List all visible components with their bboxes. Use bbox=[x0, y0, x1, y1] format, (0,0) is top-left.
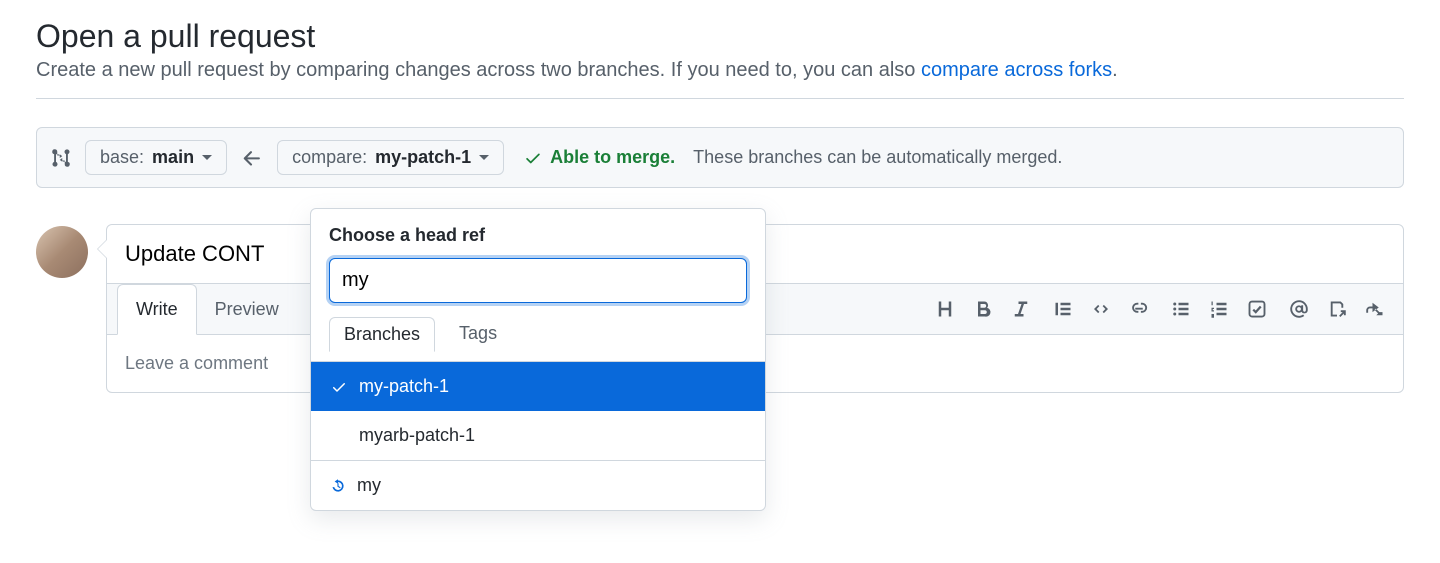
mention-icon[interactable] bbox=[1289, 299, 1309, 319]
quote-icon[interactable] bbox=[1053, 299, 1073, 319]
page-subtitle: Create a new pull request by comparing c… bbox=[36, 59, 1404, 82]
reply-icon[interactable] bbox=[1365, 299, 1385, 319]
subtitle-text: Create a new pull request by comparing c… bbox=[36, 59, 921, 81]
tab-tags[interactable]: Tags bbox=[445, 317, 511, 351]
caret-down-icon bbox=[479, 155, 489, 160]
formatting-toolbar bbox=[935, 299, 1393, 319]
branch-option-label: myarb-patch-1 bbox=[359, 425, 475, 446]
heading-icon[interactable] bbox=[935, 299, 955, 319]
branch-option[interactable]: myarb-patch-1 bbox=[311, 411, 765, 460]
dropdown-title: Choose a head ref bbox=[311, 209, 765, 258]
compare-bar: base: main compare: my-patch-1 Able to m… bbox=[36, 127, 1404, 188]
git-compare-icon bbox=[51, 148, 71, 168]
base-branch-selector[interactable]: base: main bbox=[85, 140, 227, 175]
link-icon[interactable] bbox=[1129, 299, 1149, 319]
tab-branches[interactable]: Branches bbox=[329, 317, 435, 352]
compare-branch-selector[interactable]: compare: my-patch-1 bbox=[277, 140, 504, 175]
divider bbox=[36, 98, 1404, 99]
ordered-list-icon[interactable] bbox=[1209, 299, 1229, 319]
check-icon bbox=[329, 379, 349, 395]
compare-prefix: compare: bbox=[292, 147, 367, 168]
compare-value: my-patch-1 bbox=[375, 147, 471, 168]
bold-icon[interactable] bbox=[973, 299, 993, 319]
arrow-left-icon bbox=[241, 147, 263, 169]
check-icon bbox=[524, 149, 542, 167]
tab-write[interactable]: Write bbox=[117, 284, 197, 335]
base-value: main bbox=[152, 147, 194, 168]
merge-note: These branches can be automatically merg… bbox=[693, 147, 1062, 168]
tab-preview[interactable]: Preview bbox=[197, 285, 297, 334]
code-icon[interactable] bbox=[1091, 299, 1111, 319]
head-ref-dropdown: Choose a head ref Branches Tags my-patch… bbox=[310, 208, 766, 511]
branch-option-label: my-patch-1 bbox=[359, 376, 449, 397]
recent-search[interactable]: my bbox=[311, 460, 765, 510]
base-prefix: base: bbox=[100, 147, 144, 168]
merge-status: Able to merge. bbox=[524, 147, 675, 168]
tasklist-icon[interactable] bbox=[1247, 299, 1267, 319]
page-title: Open a pull request bbox=[36, 18, 1404, 55]
avatar bbox=[36, 226, 88, 278]
unordered-list-icon[interactable] bbox=[1171, 299, 1191, 319]
ref-tabs: Branches Tags bbox=[311, 317, 765, 362]
branch-option-selected[interactable]: my-patch-1 bbox=[311, 362, 765, 411]
ref-search-input[interactable] bbox=[329, 258, 747, 303]
merge-ok-text: Able to merge. bbox=[550, 147, 675, 168]
compare-across-forks-link[interactable]: compare across forks bbox=[921, 59, 1112, 81]
caret-down-icon bbox=[202, 155, 212, 160]
history-icon bbox=[329, 477, 347, 495]
recent-label: my bbox=[357, 475, 381, 496]
italic-icon[interactable] bbox=[1011, 299, 1031, 319]
cross-reference-icon[interactable] bbox=[1327, 299, 1347, 319]
